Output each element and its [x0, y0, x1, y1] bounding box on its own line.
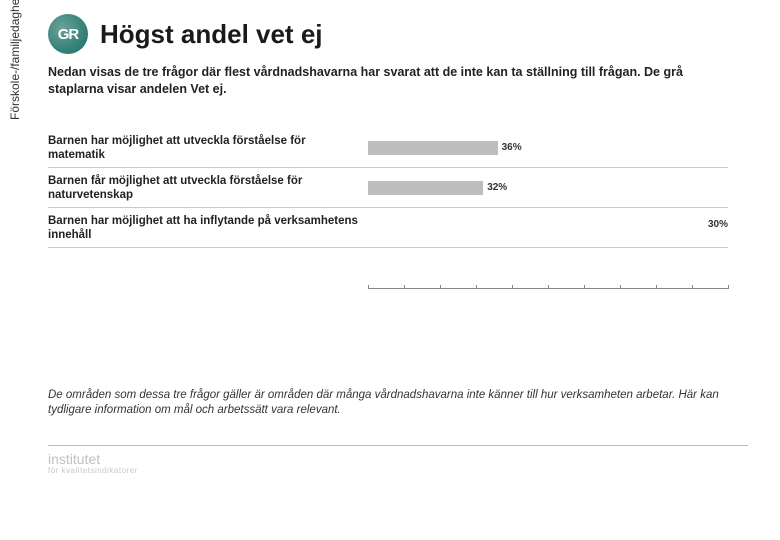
chart-row-label: Barnen har möjlighet att utveckla förstå…	[48, 134, 368, 163]
page-title: Högst andel vet ej	[100, 19, 323, 50]
intro-text: Nedan visas de tre frågor där flest vård…	[48, 64, 738, 98]
chart-bar	[368, 141, 498, 155]
chart-bar-value: 32%	[483, 179, 507, 197]
chart-row-label: Barnen har möjlighet att ha inflytande p…	[48, 214, 368, 243]
footnote: De områden som dessa tre frågor gäller ä…	[48, 388, 748, 419]
chart-bar-value: 36%	[498, 139, 522, 157]
chart-detached-value: 30%	[708, 219, 728, 230]
header: Högst andel vet ej	[48, 14, 756, 54]
footer-brand-name: institutet	[48, 451, 100, 467]
chart-row-label: Barnen får möjlighet att utveckla förstå…	[48, 174, 368, 203]
chart-bar-area	[368, 219, 728, 237]
page-content: Högst andel vet ej Nedan visas de tre fr…	[48, 0, 780, 475]
footer-brand: institutet för kvalitetsindikatorer	[48, 452, 756, 475]
side-label: Förskole-/familjedaghemsenkät 2016	[8, 0, 22, 120]
chart-bar-area: 32%	[368, 179, 728, 197]
divider	[48, 445, 748, 446]
chart-row: Barnen har möjlighet att ha inflytande p…	[48, 208, 728, 248]
chart: Barnen har möjlighet att utveckla förstå…	[48, 128, 728, 248]
chart-axis: 30%	[48, 288, 728, 298]
brand-logo-icon	[48, 14, 88, 54]
chart-x-axis: 30%	[368, 288, 728, 298]
footer-brand-sub: för kvalitetsindikatorer	[48, 467, 756, 475]
chart-bar-area: 36%	[368, 139, 728, 157]
chart-row: Barnen har möjlighet att utveckla förstå…	[48, 128, 728, 168]
chart-row: Barnen får möjlighet att utveckla förstå…	[48, 168, 728, 208]
chart-bar	[368, 181, 483, 195]
